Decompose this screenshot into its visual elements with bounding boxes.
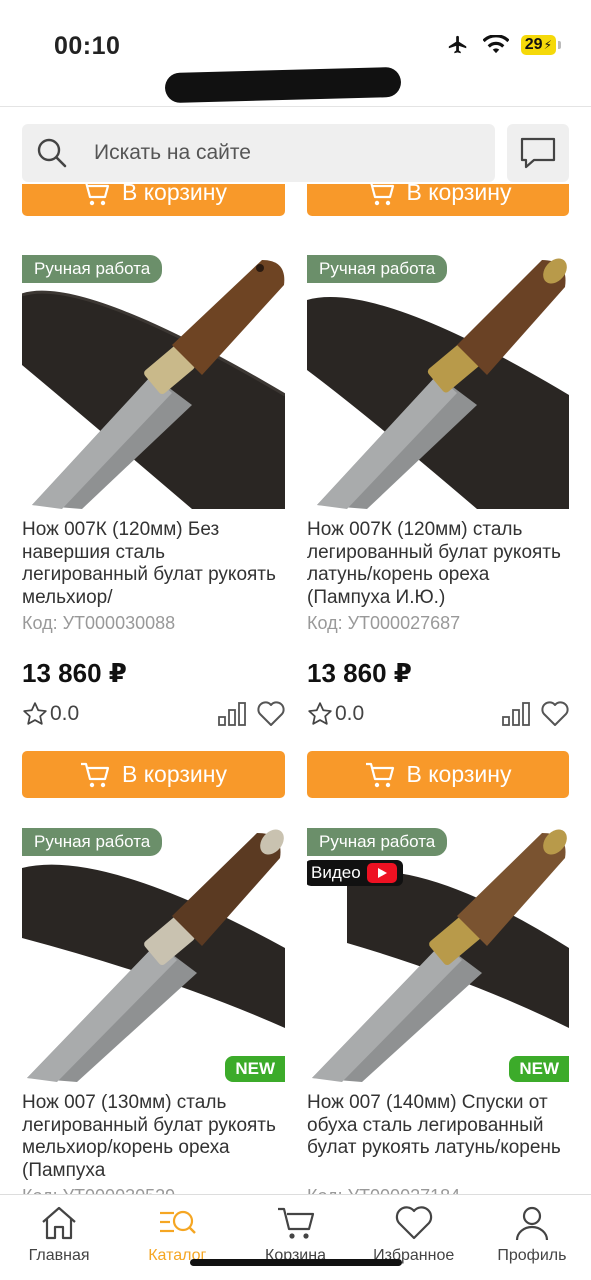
- star-icon: [23, 702, 47, 725]
- handmade-badge: Ручная работа: [307, 828, 448, 856]
- product-actions: [501, 701, 569, 727]
- search-icon: [37, 138, 67, 168]
- rating: 0.0: [307, 701, 364, 727]
- product-card[interactable]: Ручная работа Нож 007К (120мм) Без навер…: [22, 255, 285, 798]
- heart-icon: [395, 1206, 432, 1240]
- video-badge[interactable]: Видео: [307, 860, 403, 886]
- home-icon: [42, 1206, 76, 1240]
- product-card[interactable]: Ручная работа Видео NEW Нож 007 (140мм) …: [307, 828, 569, 1207]
- product-code: Код: УТ000030088: [22, 613, 176, 633]
- knife-image: [22, 260, 285, 509]
- product-title[interactable]: Нож 007К (120мм) Без навершия сталь леги…: [22, 519, 285, 609]
- favorite-heart-icon[interactable]: [541, 701, 569, 727]
- tab-favorites[interactable]: Избранное: [355, 1195, 473, 1280]
- add-to-cart-button[interactable]: В корзину: [22, 184, 285, 216]
- product-price: 13 860 ₽: [22, 658, 127, 688]
- new-badge: NEW: [509, 1056, 569, 1082]
- handmade-badge: Ручная работа: [22, 828, 163, 856]
- rating: 0.0: [22, 701, 79, 727]
- tab-label: Главная: [28, 1247, 90, 1264]
- rating-value: 0.0: [50, 702, 80, 725]
- battery-indicator: 29 ⚡: [520, 35, 556, 55]
- product-card[interactable]: Ручная работа NEW Нож 007 (130мм) сталь …: [22, 828, 285, 1207]
- add-to-cart-label: В корзину: [122, 184, 227, 205]
- cart-icon: [85, 184, 110, 205]
- compare-icon[interactable]: [501, 701, 531, 727]
- star-icon: [308, 702, 332, 725]
- new-badge: NEW: [225, 1056, 285, 1082]
- home-indicator: [190, 1259, 402, 1266]
- video-label: Видео: [311, 863, 361, 882]
- product-title[interactable]: Нож 007 (140мм) Спуски от обуха сталь ле…: [307, 1092, 569, 1182]
- wifi-icon: [482, 35, 509, 54]
- compare-icon[interactable]: [217, 701, 247, 727]
- product-image[interactable]: Ручная работа Видео NEW: [307, 828, 569, 1082]
- cart-icon: [277, 1207, 314, 1239]
- product-image[interactable]: Ручная работа NEW: [22, 828, 285, 1082]
- add-to-cart-button[interactable]: В корзину: [22, 751, 285, 798]
- knife-image: [22, 829, 285, 1082]
- add-to-cart-label: В корзину: [122, 761, 227, 787]
- search-box[interactable]: [22, 124, 495, 182]
- knife-image: [307, 258, 569, 509]
- bottom-tab-bar: Главная Каталог Корзина Избранное Профил…: [0, 1194, 591, 1280]
- product-title[interactable]: Нож 007 (130мм) сталь легированный булат…: [22, 1092, 285, 1182]
- product-image[interactable]: Ручная работа: [307, 255, 569, 509]
- redacted-url: [164, 66, 402, 104]
- chat-button[interactable]: [507, 124, 569, 182]
- add-to-cart-label: В корзину: [406, 184, 512, 205]
- product-price: 13 860 ₽: [307, 658, 412, 688]
- tab-catalog[interactable]: Каталог: [118, 1195, 236, 1280]
- search-row: [22, 124, 569, 182]
- product-code: Код: УТ000027687: [307, 613, 461, 633]
- cart-icon: [370, 184, 394, 205]
- status-time: 00:10: [54, 32, 121, 60]
- add-to-cart-button[interactable]: В корзину: [307, 751, 569, 798]
- tab-cart[interactable]: Корзина: [236, 1195, 354, 1280]
- catalog-icon: [160, 1210, 197, 1234]
- cart-icon: [81, 762, 110, 787]
- header-divider: [0, 106, 591, 107]
- product-meta: 0.0: [307, 699, 569, 729]
- cart-icon: [365, 762, 394, 787]
- favorite-heart-icon[interactable]: [257, 701, 285, 727]
- add-to-cart-label: В корзину: [406, 761, 512, 787]
- tab-profile[interactable]: Профиль: [473, 1195, 591, 1280]
- chat-icon: [520, 137, 556, 169]
- partial-cart-left: В корзину: [22, 184, 285, 228]
- handmade-badge: Ручная работа: [307, 255, 448, 283]
- rating-value: 0.0: [335, 702, 365, 725]
- product-image[interactable]: Ручная работа: [22, 255, 285, 509]
- product-meta: 0.0: [22, 699, 285, 729]
- tab-label: Профиль: [497, 1247, 567, 1264]
- search-input[interactable]: [94, 141, 454, 165]
- airplane-icon: [448, 35, 467, 54]
- battery-cap: [558, 41, 561, 49]
- product-card[interactable]: Ручная работа Нож 007К (120мм) сталь лег…: [307, 255, 569, 798]
- product-title[interactable]: Нож 007К (120мм) сталь легированный була…: [307, 519, 569, 609]
- user-icon: [515, 1206, 549, 1241]
- youtube-play-icon: [366, 863, 397, 883]
- product-actions: [217, 701, 285, 727]
- tab-home[interactable]: Главная: [0, 1195, 118, 1280]
- handmade-badge: Ручная работа: [22, 255, 163, 283]
- add-to-cart-button[interactable]: В корзину: [307, 184, 569, 216]
- status-icons: 29 ⚡: [445, 34, 561, 56]
- partial-cart-right: В корзину: [307, 184, 569, 228]
